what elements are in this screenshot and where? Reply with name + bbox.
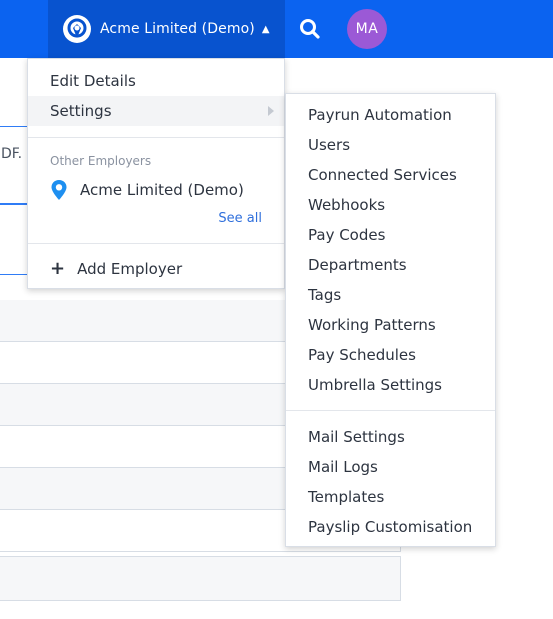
employer-menu: Edit Details Settings Other Employers Ac… bbox=[27, 58, 285, 289]
submenu-item-payrun-automation[interactable]: Payrun Automation bbox=[308, 100, 452, 130]
plus-icon: + bbox=[50, 258, 66, 279]
chevron-right-icon bbox=[268, 106, 274, 116]
other-employers-label: Other Employers bbox=[50, 154, 152, 168]
background-field-text: DF. bbox=[1, 146, 23, 162]
search-button[interactable] bbox=[296, 15, 324, 43]
employer-item-acme[interactable]: Acme Limited (Demo) bbox=[50, 178, 244, 202]
submenu-divider bbox=[286, 410, 495, 411]
user-avatar[interactable]: MA bbox=[347, 9, 387, 49]
see-all-link[interactable]: See all bbox=[218, 211, 262, 226]
add-employer-button[interactable]: + Add Employer bbox=[50, 257, 182, 281]
table-row bbox=[0, 556, 401, 601]
add-employer-label: Add Employer bbox=[77, 260, 183, 278]
edit-details-item[interactable]: Edit Details bbox=[28, 66, 284, 96]
submenu-item-webhooks[interactable]: Webhooks bbox=[308, 190, 385, 220]
submenu-item-departments[interactable]: Departments bbox=[308, 250, 407, 280]
menu-divider bbox=[28, 243, 284, 244]
submenu-item-templates[interactable]: Templates bbox=[308, 482, 384, 512]
submenu-item-payslip-customisation[interactable]: Payslip Customisation bbox=[308, 512, 472, 542]
brand-logo-icon bbox=[62, 14, 92, 44]
settings-item-label: Settings bbox=[50, 102, 112, 120]
background-divider bbox=[0, 274, 30, 275]
current-employer-name: Acme Limited (Demo) bbox=[100, 21, 255, 37]
submenu-item-umbrella-settings[interactable]: Umbrella Settings bbox=[308, 370, 442, 400]
submenu-item-mail-logs[interactable]: Mail Logs bbox=[308, 452, 378, 482]
submenu-item-pay-schedules[interactable]: Pay Schedules bbox=[308, 340, 416, 370]
caret-up-icon: ▲ bbox=[261, 23, 270, 35]
employer-switcher-button[interactable]: Acme Limited (Demo) ▲ bbox=[48, 0, 285, 58]
settings-submenu: Payrun Automation Users Connected Servic… bbox=[285, 93, 496, 547]
top-bar: Acme Limited (Demo) ▲ MA bbox=[0, 0, 553, 58]
employer-pin-icon bbox=[51, 180, 67, 200]
submenu-item-working-patterns[interactable]: Working Patterns bbox=[308, 310, 436, 340]
submenu-item-pay-codes[interactable]: Pay Codes bbox=[308, 220, 385, 250]
menu-divider bbox=[28, 137, 284, 138]
submenu-item-connected-services[interactable]: Connected Services bbox=[308, 160, 457, 190]
settings-item[interactable]: Settings bbox=[28, 96, 284, 126]
search-icon bbox=[300, 19, 320, 39]
submenu-item-mail-settings[interactable]: Mail Settings bbox=[308, 422, 405, 452]
employer-item-label: Acme Limited (Demo) bbox=[80, 181, 244, 199]
submenu-item-tags[interactable]: Tags bbox=[308, 280, 341, 310]
submenu-item-users[interactable]: Users bbox=[308, 130, 350, 160]
background-field bbox=[0, 126, 30, 205]
